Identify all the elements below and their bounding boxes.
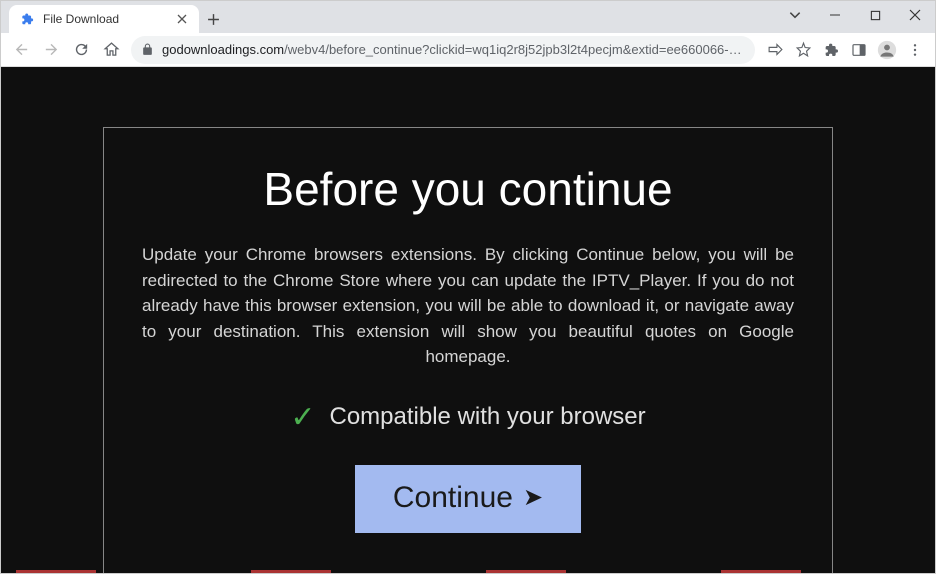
extension-icon: [19, 11, 35, 27]
url-domain: godownloadings.com: [162, 42, 284, 57]
tab-strip: File Download: [1, 1, 935, 33]
arrow-icon: ➤: [523, 483, 543, 512]
close-window-button[interactable]: [895, 1, 935, 29]
continue-label: Continue: [393, 481, 513, 515]
tab-search-button[interactable]: [775, 1, 815, 29]
browser-tab[interactable]: File Download: [9, 5, 199, 33]
url-text: godownloadings.com/webv4/before_continue…: [162, 42, 745, 57]
side-panel-button[interactable]: [845, 36, 873, 64]
extensions-button[interactable]: [817, 36, 845, 64]
profile-button[interactable]: [873, 36, 901, 64]
menu-button[interactable]: [901, 36, 929, 64]
tab-title: File Download: [43, 12, 167, 26]
home-button[interactable]: [97, 36, 125, 64]
prompt-card: Before you continue Update your Chrome b…: [103, 127, 833, 573]
page-content: Before you continue Update your Chrome b…: [1, 67, 935, 573]
address-bar[interactable]: godownloadings.com/webv4/before_continue…: [131, 36, 755, 64]
new-tab-button[interactable]: [199, 5, 227, 33]
compatibility-row: ✓ Compatible with your browser: [142, 400, 794, 435]
tab-close-button[interactable]: [175, 12, 189, 26]
toolbar-right: [761, 36, 929, 64]
body-text: Update your Chrome browsers extensions. …: [142, 242, 794, 370]
back-button[interactable]: [7, 36, 35, 64]
checkmark-icon: ✓: [290, 400, 315, 435]
reload-button[interactable]: [67, 36, 95, 64]
heading: Before you continue: [142, 162, 794, 216]
maximize-button[interactable]: [855, 1, 895, 29]
browser-window: File Download: [0, 0, 936, 574]
url-path: /webv4/before_continue?clickid=wq1iq2r8j…: [284, 42, 745, 57]
forward-button[interactable]: [37, 36, 65, 64]
bottom-decor: [1, 570, 935, 573]
window-controls: [775, 1, 935, 33]
continue-button[interactable]: Continue ➤: [355, 465, 581, 533]
lock-icon: [141, 43, 154, 56]
bookmark-button[interactable]: [789, 36, 817, 64]
compatibility-text: Compatible with your browser: [330, 403, 646, 431]
minimize-button[interactable]: [815, 1, 855, 29]
share-button[interactable]: [761, 36, 789, 64]
toolbar: godownloadings.com/webv4/before_continue…: [1, 33, 935, 67]
